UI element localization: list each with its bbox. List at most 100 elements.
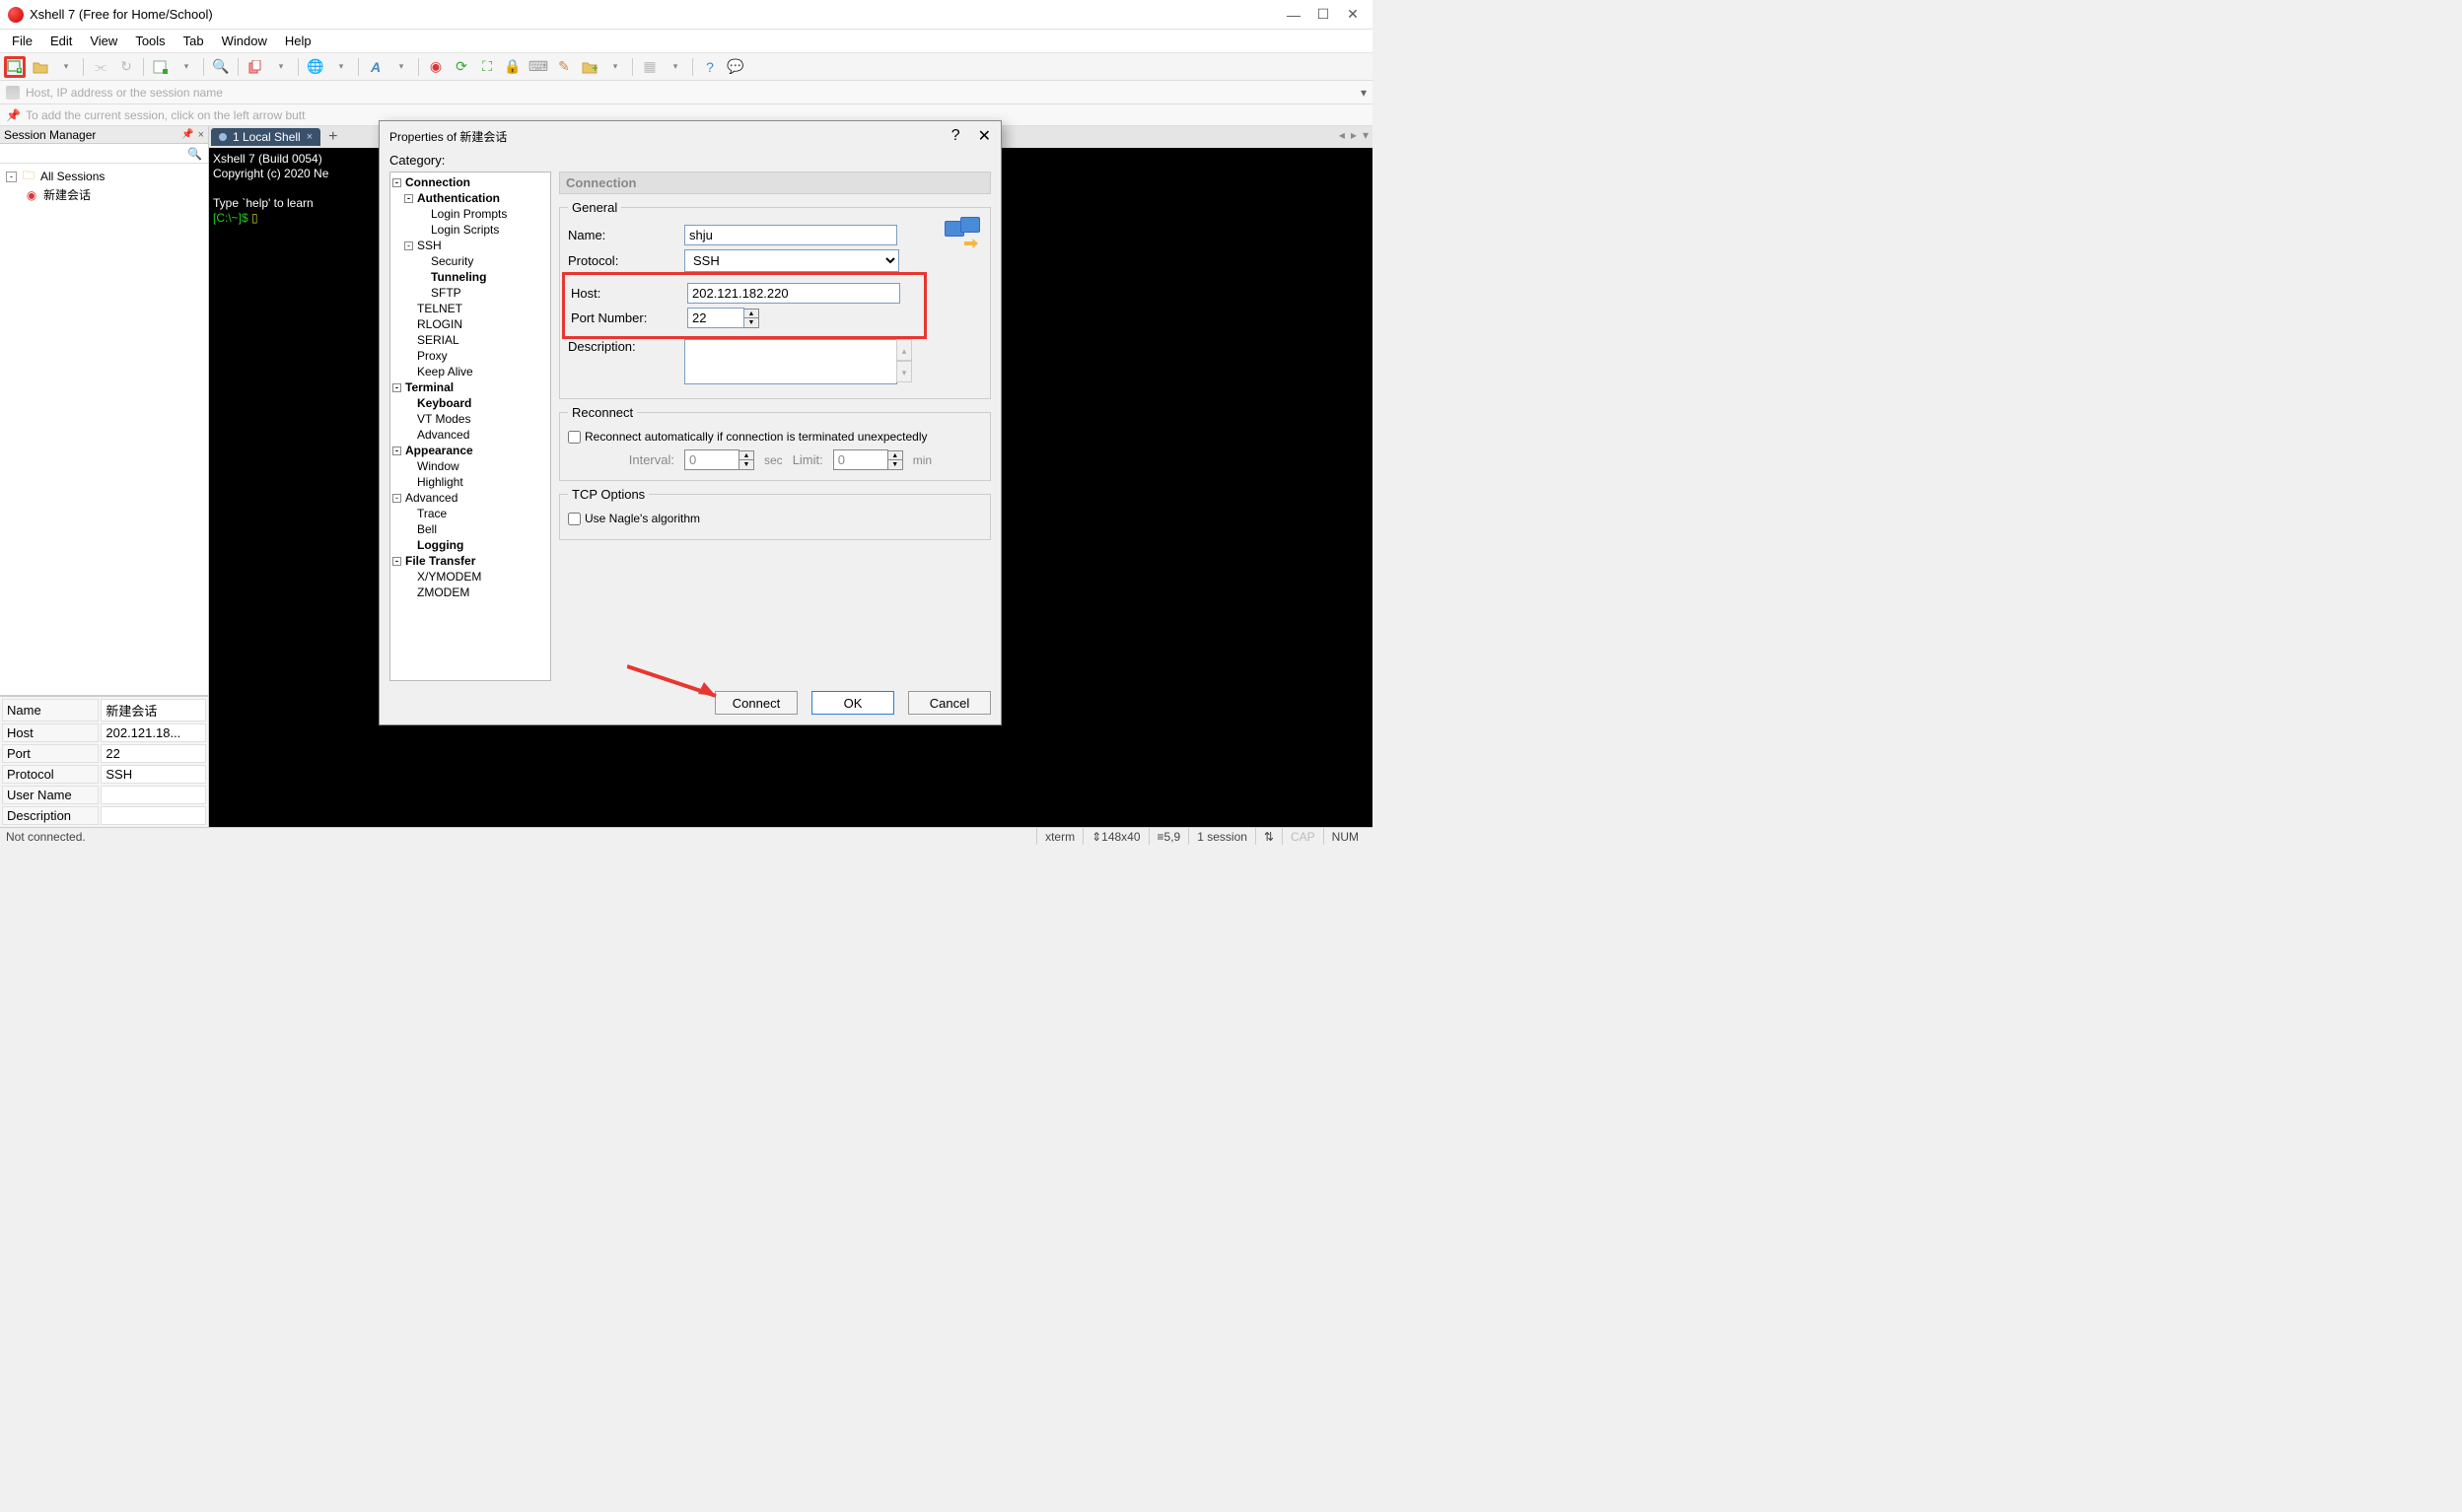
menu-edit[interactable]: Edit [42, 32, 80, 50]
category-item[interactable]: -Authentication [392, 190, 548, 206]
tree-root[interactable]: - 🗀 All Sessions [2, 168, 206, 185]
category-item[interactable]: SFTP [392, 285, 548, 301]
category-item[interactable]: -File Transfer [392, 553, 548, 569]
props-dropdown[interactable]: ▾ [176, 56, 197, 78]
category-item[interactable]: Proxy [392, 348, 548, 364]
category-item[interactable]: Advanced [392, 427, 548, 443]
category-item[interactable]: Tunneling [392, 269, 548, 285]
tab-close-button[interactable]: × [307, 131, 313, 143]
menu-window[interactable]: Window [214, 32, 275, 50]
lock-icon[interactable]: 🔒 [502, 56, 524, 78]
open-dropdown[interactable]: ▾ [55, 56, 77, 78]
chat-icon[interactable]: 💬 [725, 56, 746, 78]
category-item[interactable]: ZMODEM [392, 584, 548, 600]
host-input[interactable] [687, 283, 900, 304]
category-item[interactable]: Trace [392, 506, 548, 521]
layout-dropdown[interactable]: ▾ [665, 56, 686, 78]
category-item[interactable]: Logging [392, 537, 548, 553]
menu-view[interactable]: View [82, 32, 125, 50]
category-item[interactable]: SERIAL [392, 332, 548, 348]
tree-child[interactable]: ◉ 新建会话 [2, 185, 206, 204]
category-item[interactable]: Keyboard [392, 395, 548, 411]
new-tab-button[interactable]: + [320, 128, 345, 146]
category-item[interactable]: VT Modes [392, 411, 548, 427]
layout-icon[interactable]: ▦ [639, 56, 661, 78]
menu-tools[interactable]: Tools [127, 32, 173, 50]
category-item[interactable]: TELNET [392, 301, 548, 316]
maximize-button[interactable]: ☐ [1317, 9, 1329, 21]
category-item[interactable]: Window [392, 458, 548, 474]
category-item[interactable]: -Advanced [392, 490, 548, 506]
connect-button[interactable]: Connect [715, 691, 798, 715]
properties-button[interactable] [150, 56, 172, 78]
dialog-close-button[interactable]: ✕ [978, 126, 991, 146]
font-button[interactable]: A [365, 56, 387, 78]
name-input[interactable] [684, 225, 897, 245]
session-search-bar[interactable]: 🔍 [0, 144, 208, 164]
category-item[interactable]: Keep Alive [392, 364, 548, 379]
globe-dropdown[interactable]: ▾ [330, 56, 352, 78]
new-session-button[interactable] [4, 56, 26, 78]
search-icon[interactable]: 🔍 [210, 56, 232, 78]
category-item[interactable]: X/YMODEM [392, 569, 548, 584]
refresh-icon[interactable]: ⟳ [451, 56, 472, 78]
reconnect-icon[interactable]: ↻ [115, 56, 137, 78]
protocol-select[interactable]: SSH [684, 249, 899, 272]
port-input[interactable] [687, 308, 744, 328]
category-item[interactable]: Login Scripts [392, 222, 548, 238]
addressbar[interactable]: Host, IP address or the session name ▾ [0, 81, 1372, 104]
session-pin-icon[interactable]: 📌 [181, 129, 193, 140]
tree-expander[interactable]: - [6, 172, 17, 182]
category-item[interactable]: -Appearance [392, 443, 548, 458]
keyboard-icon[interactable]: ⌨ [528, 56, 549, 78]
menu-file[interactable]: File [4, 32, 40, 50]
category-item[interactable]: -SSH [392, 238, 548, 253]
cancel-button[interactable]: Cancel [908, 691, 991, 715]
session-tree[interactable]: - 🗀 All Sessions ◉ 新建会话 [0, 164, 208, 696]
address-dropdown[interactable]: ▾ [1361, 86, 1367, 100]
menu-tab[interactable]: Tab [176, 32, 212, 50]
font-dropdown[interactable]: ▾ [390, 56, 412, 78]
category-item[interactable]: -Terminal [392, 379, 548, 395]
limit-spinner[interactable]: ▲▼ [833, 449, 903, 470]
globe-button[interactable]: 🌐 [305, 56, 326, 78]
spin-down[interactable]: ▼ [744, 318, 758, 327]
category-item[interactable]: RLOGIN [392, 316, 548, 332]
tab-next[interactable]: ▸ [1351, 128, 1357, 142]
expand-icon[interactable]: ⛶ [476, 56, 498, 78]
reconnect-checkbox[interactable] [568, 431, 581, 444]
link-disconnect-icon[interactable]: ⫘ [90, 56, 111, 78]
folder-dropdown[interactable]: ▾ [604, 56, 626, 78]
copy-button[interactable] [245, 56, 266, 78]
spin-up[interactable]: ▲ [888, 451, 902, 460]
port-spinner[interactable]: ▲▼ [687, 308, 759, 328]
spin-up[interactable]: ▲ [744, 309, 758, 318]
menu-help[interactable]: Help [277, 32, 319, 50]
tab-list[interactable]: ▾ [1363, 128, 1369, 142]
close-button[interactable]: ✕ [1347, 9, 1359, 21]
category-item[interactable]: Login Prompts [392, 206, 548, 222]
copy-dropdown[interactable]: ▾ [270, 56, 292, 78]
nagle-checkbox[interactable] [568, 513, 581, 525]
spin-up[interactable]: ▲ [739, 451, 753, 460]
new-folder-button[interactable]: + [579, 56, 600, 78]
highlight-icon[interactable]: ✎ [553, 56, 575, 78]
minimize-button[interactable]: — [1288, 9, 1300, 21]
category-item[interactable]: Security [392, 253, 548, 269]
swirl-icon[interactable]: ◉ [425, 56, 447, 78]
tab-local-shell[interactable]: 1 Local Shell × [211, 128, 320, 146]
interval-input[interactable] [684, 449, 739, 470]
category-item[interactable]: -Connection [392, 174, 548, 190]
open-button[interactable] [30, 56, 51, 78]
interval-spinner[interactable]: ▲▼ [684, 449, 754, 470]
category-tree[interactable]: -Connection-AuthenticationLogin PromptsL… [389, 172, 551, 681]
ok-button[interactable]: OK [811, 691, 894, 715]
help-icon[interactable]: ? [699, 56, 721, 78]
limit-input[interactable] [833, 449, 888, 470]
spin-down[interactable]: ▼ [739, 460, 753, 469]
category-item[interactable]: Highlight [392, 474, 548, 490]
dialog-help-button[interactable]: ? [951, 127, 960, 145]
tab-prev[interactable]: ◂ [1339, 128, 1345, 142]
category-item[interactable]: Bell [392, 521, 548, 537]
spin-down[interactable]: ▼ [888, 460, 902, 469]
